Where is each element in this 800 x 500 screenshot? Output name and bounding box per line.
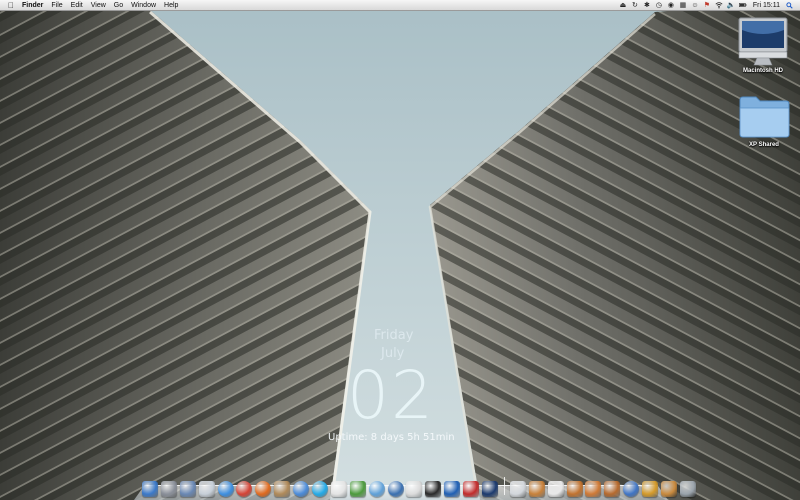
imac-icon bbox=[738, 17, 788, 66]
spaces-icon[interactable]: ▦ bbox=[677, 1, 689, 10]
ichat-icon[interactable] bbox=[293, 481, 310, 497]
ical-icon[interactable] bbox=[330, 481, 347, 497]
desktop-icon-label: XP Shared bbox=[749, 142, 779, 148]
documents-stack-icon[interactable] bbox=[528, 481, 545, 497]
music-stack-icon[interactable] bbox=[566, 481, 583, 497]
menu-go[interactable]: Go bbox=[110, 0, 127, 11]
widget-date: 02 bbox=[347, 357, 435, 434]
desktop-icon-label: Macintosh HD bbox=[742, 68, 783, 74]
menu-file[interactable]: File bbox=[47, 0, 66, 11]
eject-icon[interactable]: ⏏ bbox=[617, 1, 629, 10]
preview-icon[interactable] bbox=[179, 481, 196, 497]
quicktime-icon[interactable] bbox=[387, 481, 404, 497]
menu-window[interactable]: Window bbox=[127, 0, 160, 11]
trash-icon[interactable] bbox=[679, 481, 696, 497]
itunes-icon[interactable] bbox=[368, 481, 385, 497]
utorrent-icon[interactable] bbox=[349, 481, 366, 497]
apple-menu-icon[interactable]:  bbox=[4, 1, 18, 10]
headphones-icon[interactable]: ◉ bbox=[665, 1, 677, 10]
menu-help[interactable]: Help bbox=[160, 0, 182, 11]
acrobat-icon[interactable] bbox=[463, 481, 480, 497]
photoshop-icon[interactable] bbox=[482, 481, 499, 497]
network-icon[interactable] bbox=[623, 481, 640, 497]
timemachine-icon[interactable]: ◷ bbox=[653, 1, 665, 10]
dock bbox=[134, 470, 696, 500]
movies-stack-icon[interactable] bbox=[604, 481, 621, 497]
dock-divider bbox=[503, 477, 505, 495]
spotlight-icon[interactable] bbox=[784, 1, 794, 9]
user-icon[interactable]: ☺ bbox=[689, 1, 701, 10]
sync-icon[interactable]: ↻ bbox=[629, 1, 641, 10]
teamviewer-icon[interactable] bbox=[444, 481, 461, 497]
menu-edit[interactable]: Edit bbox=[67, 0, 87, 11]
battery-icon[interactable] bbox=[737, 1, 749, 10]
address-book-icon[interactable] bbox=[274, 481, 291, 497]
textedit-icon[interactable] bbox=[406, 481, 423, 497]
terminal-icon[interactable] bbox=[425, 481, 442, 497]
pictures-stack-icon[interactable] bbox=[585, 481, 602, 497]
bluetooth-icon[interactable]: ✱ bbox=[641, 1, 653, 10]
finder-icon[interactable] bbox=[142, 481, 158, 497]
firefox-icon[interactable] bbox=[255, 481, 272, 497]
flag-icon[interactable]: ⚑ bbox=[701, 1, 713, 10]
menu-app-name[interactable]: Finder bbox=[18, 0, 47, 11]
sites-stack-icon[interactable] bbox=[642, 481, 659, 497]
folder-stack-icon[interactable] bbox=[661, 481, 678, 497]
widget-day: Friday bbox=[374, 328, 414, 343]
dock-items bbox=[142, 475, 699, 497]
status-area: ⏏ ↻ ✱ ◷ ◉ ▦ ☺ ⚑ 🔈 Fri 15:11 bbox=[617, 0, 800, 11]
downloads-stack-icon[interactable] bbox=[547, 481, 564, 497]
menu-bar:  Finder File Edit View Go Window Help ⏏… bbox=[0, 0, 800, 11]
chrome-icon[interactable] bbox=[236, 481, 253, 497]
menu-view[interactable]: View bbox=[87, 0, 110, 11]
widget-uptime: Uptime: 8 days 5h 51min bbox=[328, 432, 455, 443]
applications-stack-icon[interactable] bbox=[509, 481, 526, 497]
safari-icon[interactable] bbox=[217, 481, 234, 497]
clock[interactable]: Fri 15:11 bbox=[749, 2, 784, 9]
wifi-icon[interactable] bbox=[713, 1, 725, 10]
system-preferences-icon[interactable] bbox=[160, 481, 177, 497]
volume-icon[interactable]: 🔈 bbox=[725, 1, 737, 10]
desktop-icon-macintosh-hd[interactable]: Macintosh HD bbox=[735, 16, 791, 74]
folder-icon bbox=[739, 96, 790, 138]
skype-icon[interactable] bbox=[312, 481, 329, 497]
desktop-icon-xp-shared[interactable]: XP Shared bbox=[736, 94, 792, 148]
mail-icon[interactable] bbox=[198, 481, 215, 497]
